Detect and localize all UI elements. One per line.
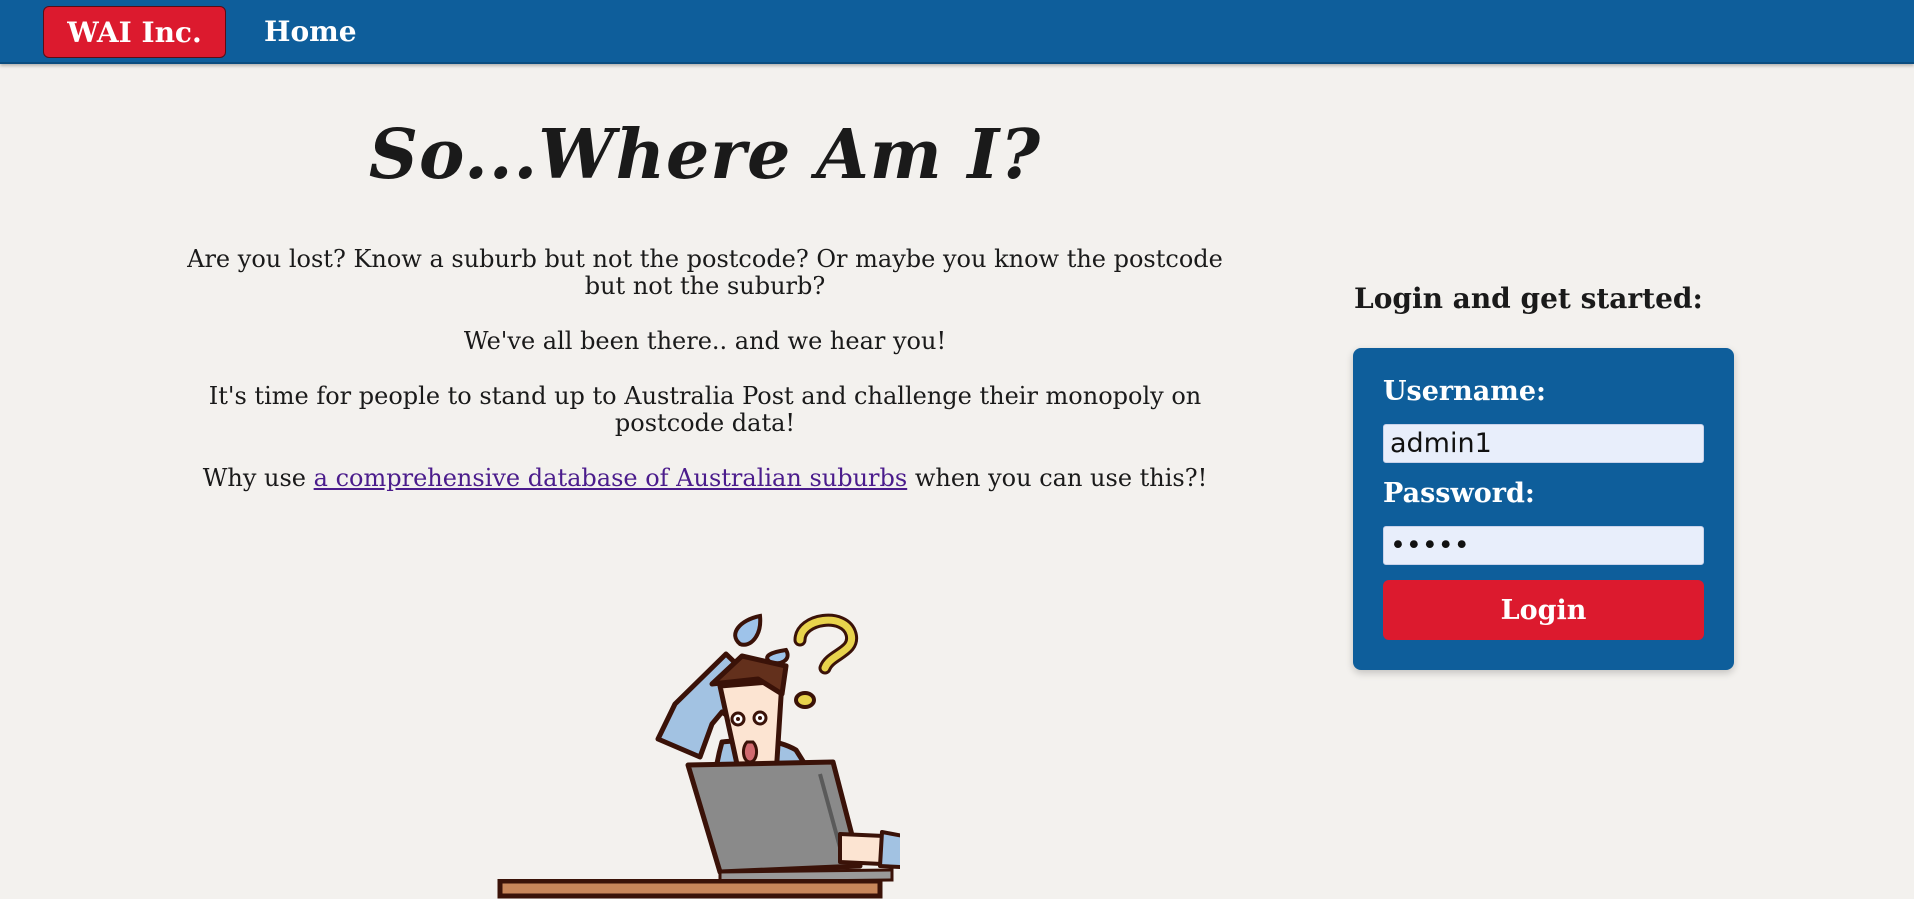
paragraph-4-prefix: Why use (202, 464, 314, 493)
login-heading: Login and get started: (1354, 282, 1703, 315)
login-button[interactable]: Login (1383, 580, 1704, 640)
password-label: Password: (1383, 478, 1535, 509)
paragraph-4-suffix: when you can use this?! (907, 464, 1208, 493)
intro-paragraph-1: Are you lost? Know a suburb but not the … (187, 245, 1223, 301)
intro-paragraph-3: It's time for people to stand up to Aust… (208, 382, 1202, 438)
desk-icon (497, 879, 883, 899)
nav-home-link[interactable]: Home (264, 12, 357, 52)
database-link[interactable]: a comprehensive database of Australian s… (314, 464, 908, 492)
main-content: So...Where Am I? Are you lost? Know a su… (150, 64, 1260, 899)
login-form: Username: Password: Login (1353, 348, 1734, 670)
navbar: WAI Inc. Home (0, 0, 1914, 64)
username-field[interactable] (1383, 424, 1704, 463)
intro-paragraph-4: Why use a comprehensive database of Aust… (150, 465, 1260, 492)
username-label: Username: (1383, 376, 1546, 407)
password-field[interactable] (1383, 526, 1704, 565)
intro-text: Are you lost? Know a suburb but not the … (150, 246, 1260, 492)
intro-paragraph-2: We've all been there.. and we hear you! (463, 327, 947, 356)
page-title: So...Where Am I? (368, 115, 1042, 195)
confused-person-laptop-icon (655, 613, 900, 884)
brand-button[interactable]: WAI Inc. (43, 6, 226, 58)
